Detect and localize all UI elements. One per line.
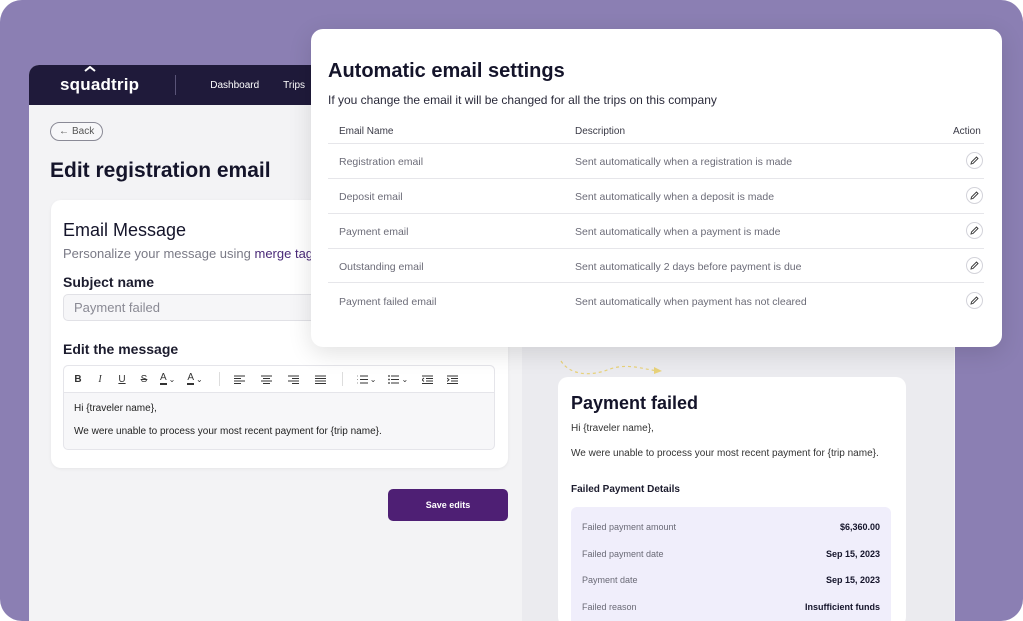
back-label: Back — [72, 126, 95, 137]
card-subtitle-text: Personalize your message using — [63, 246, 255, 261]
pencil-icon — [970, 156, 979, 165]
automatic-email-settings-modal: Automatic email settings If you change t… — [311, 29, 1002, 347]
detail-row: Failed reason Insufficient funds — [582, 602, 880, 612]
detail-label: Failed payment date — [582, 549, 664, 559]
table-divider — [328, 178, 984, 179]
detail-value: Insufficient funds — [805, 602, 880, 612]
detail-label: Failed reason — [582, 602, 637, 612]
page-title: Edit registration email — [50, 159, 271, 182]
modal-title: Automatic email settings — [328, 60, 565, 82]
pencil-icon — [970, 296, 979, 305]
email-name-cell: Payment email — [339, 226, 409, 238]
preview-title: Payment failed — [571, 393, 699, 413]
nav-dashboard[interactable]: Dashboard — [210, 80, 259, 91]
email-name-cell: Registration email — [339, 156, 424, 168]
bold-icon[interactable]: B — [72, 371, 84, 387]
detail-value: $6,360.00 — [839, 522, 880, 532]
card-title: Email Message — [63, 220, 187, 240]
align-center-icon[interactable] — [260, 371, 272, 387]
edit-registration-email-button[interactable] — [966, 152, 983, 169]
message-line-1: Hi {traveler name}, — [74, 403, 157, 414]
description-cell: Sent automatically when payment has not … — [575, 296, 807, 308]
bullet-list-icon[interactable]: ⌄ — [388, 371, 408, 387]
detail-label: Payment date — [582, 575, 638, 585]
rich-text-editor[interactable]: B I U S A ⌄ A ⌄ ⌄ ⌄ Hi {traveler name}, … — [63, 365, 495, 450]
editor-toolbar: B I U S A ⌄ A ⌄ ⌄ ⌄ — [64, 366, 494, 393]
edit-deposit-email-button[interactable] — [966, 187, 983, 204]
preview-body: We were unable to process your most rece… — [571, 448, 879, 459]
description-cell: Sent automatically when a deposit is mad… — [575, 191, 775, 203]
column-header-description: Description — [575, 126, 626, 137]
highlight-color-icon[interactable]: A ⌄ — [187, 371, 203, 387]
description-cell: Sent automatically when a payment is mad… — [575, 226, 781, 238]
nav-divider — [175, 75, 177, 95]
table-divider — [328, 143, 984, 144]
backdrop: squadtrip Dashboard Trips ← Back Edit re… — [0, 0, 1023, 621]
edit-payment-failed-email-button[interactable] — [966, 292, 983, 309]
failed-payment-details-title: Failed Payment Details — [571, 484, 680, 495]
merge-tag-link[interactable]: merge tag — [255, 246, 314, 261]
align-left-icon[interactable] — [233, 371, 245, 387]
edit-payment-email-button[interactable] — [966, 222, 983, 239]
pencil-icon — [970, 261, 979, 270]
detail-row: Failed payment amount $6,360.00 — [582, 522, 880, 532]
edit-outstanding-email-button[interactable] — [966, 257, 983, 274]
table-divider — [328, 248, 984, 249]
column-header-action: Action — [953, 126, 981, 137]
toolbar-divider — [341, 372, 343, 386]
arrow-left-icon: ← — [59, 126, 69, 137]
subject-value: Payment failed — [74, 300, 160, 315]
detail-row: Failed payment date Sep 15, 2023 — [582, 549, 880, 559]
card-subtitle: Personalize your message using merge tag — [63, 246, 313, 261]
preview-email-card: Payment failed Hi {traveler name}, We we… — [558, 377, 906, 621]
logo-mark-icon — [84, 66, 96, 72]
italic-icon[interactable]: I — [94, 371, 106, 387]
message-label: Edit the message — [63, 341, 179, 357]
column-header-email-name: Email Name — [339, 126, 394, 137]
detail-row: Payment date Sep 15, 2023 — [582, 575, 880, 585]
preview-greeting: Hi {traveler name}, — [571, 423, 654, 434]
decorative-squiggle-icon — [560, 360, 662, 375]
modal-subtitle: If you change the email it will be chang… — [328, 93, 717, 107]
squadtrip-logo[interactable]: squadtrip — [60, 66, 140, 95]
subject-label: Subject name — [63, 274, 155, 290]
email-name-cell: Deposit email — [339, 191, 403, 203]
outdent-icon[interactable] — [422, 371, 434, 387]
ordered-list-icon[interactable]: ⌄ — [356, 371, 376, 387]
font-color-icon[interactable]: A ⌄ — [160, 371, 175, 387]
email-preview-panel: Payment failed Hi {traveler name}, We we… — [522, 325, 954, 621]
pencil-icon — [970, 226, 979, 235]
strikethrough-icon[interactable]: S — [138, 371, 150, 387]
table-divider — [328, 213, 984, 214]
description-cell: Sent automatically 2 days before payment… — [575, 261, 802, 273]
email-name-cell: Outstanding email — [339, 261, 424, 273]
toolbar-divider — [218, 372, 220, 386]
align-right-icon[interactable] — [287, 371, 299, 387]
back-button[interactable]: ← Back — [50, 122, 104, 141]
nav-trips[interactable]: Trips — [283, 80, 305, 91]
failed-payment-details: Failed payment amount $6,360.00 Failed p… — [571, 507, 891, 621]
detail-value: Sep 15, 2023 — [825, 549, 880, 559]
underline-icon[interactable]: U — [116, 371, 128, 387]
logo-text: squadtrip — [60, 75, 140, 94]
indent-icon[interactable] — [447, 371, 459, 387]
align-justify-icon[interactable] — [314, 371, 326, 387]
table-divider — [328, 282, 984, 283]
detail-label: Failed payment amount — [582, 522, 677, 532]
editor-content[interactable]: Hi {traveler name}, We were unable to pr… — [64, 393, 494, 447]
save-edits-button[interactable]: Save edits — [388, 489, 508, 521]
email-name-cell: Payment failed email — [339, 296, 437, 308]
message-line-2: We were unable to process your most rece… — [74, 426, 382, 437]
detail-value: Sep 15, 2023 — [825, 575, 880, 585]
pencil-icon — [970, 191, 979, 200]
description-cell: Sent automatically when a registration i… — [575, 156, 793, 168]
